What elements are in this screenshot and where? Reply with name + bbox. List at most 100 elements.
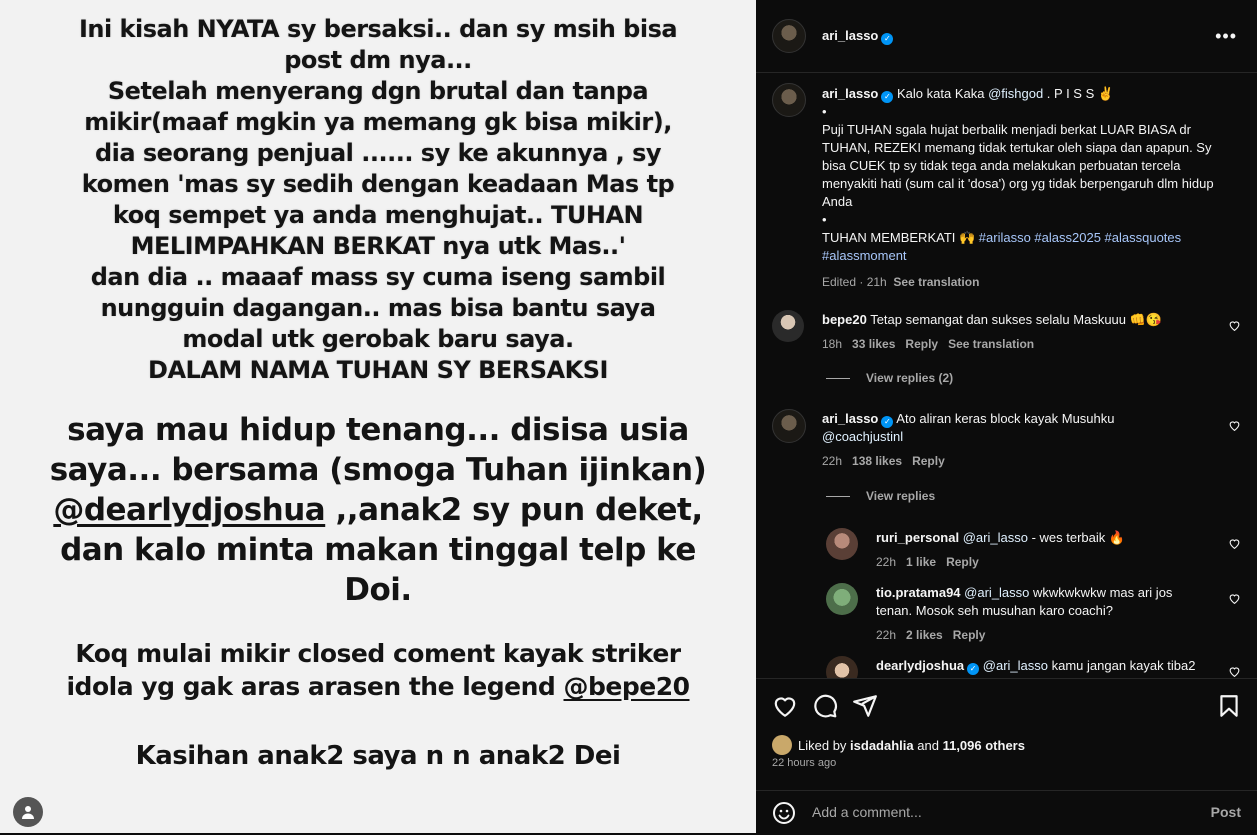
add-comment-input[interactable]: Add a comment... [812, 804, 922, 820]
story-line: dan dia .. maaaf mass sy cuma iseng samb… [90, 263, 666, 291]
post-image[interactable]: Ini kisah NYATA sy bersaksi.. dan sy msi… [0, 0, 756, 833]
like-comment-heart-icon[interactable] [1228, 665, 1241, 678]
story-line: Kasihan anak2 saya n n anak2 Dei [135, 741, 621, 771]
like-comment-heart-icon[interactable] [1228, 419, 1241, 432]
mention-link[interactable]: @ari_lasso [983, 658, 1048, 673]
mention-link[interactable]: @coachjustinl [822, 429, 903, 444]
comment-text: Tetap semangat dan sukses selalu Maskuuu… [870, 312, 1163, 327]
view-replies-button[interactable]: View replies (2) [826, 371, 953, 385]
comment-meta: 22h 2 likes Reply [876, 626, 1196, 644]
story-line-rest: ,,anak2 sy pun deket, [325, 492, 704, 528]
likes-summary: Liked by isdadahlia and 11,096 others [772, 735, 1025, 755]
verified-badge-icon: ✓ [881, 91, 894, 103]
comment-text: kamu jangan kayak tiba2 [1048, 658, 1196, 673]
edited-label: Edited · 21h [822, 275, 887, 289]
caption-username[interactable]: ari_lasso [822, 86, 878, 101]
share-send-icon[interactable] [852, 693, 878, 719]
header-username[interactable]: ari_lasso [822, 28, 878, 43]
like-heart-icon[interactable] [772, 693, 798, 719]
story-line-pre: idola yg gak aras arasen the legend [66, 672, 564, 701]
reply-button[interactable]: Reply [905, 337, 938, 351]
mention-link[interactable]: @ari_lasso [963, 530, 1028, 545]
caption-first-line: ari_lasso ✓ Kalo kata Kaka @fishgod . P I… [822, 85, 1232, 103]
comment-likes[interactable]: 1 like [906, 555, 936, 569]
post-caption: ari_lasso ✓ Kalo kata Kaka @fishgod . P I… [822, 85, 1232, 291]
save-bookmark-icon[interactable] [1216, 693, 1242, 719]
caption-closing-text: TUHAN MEMBERKATI 🙌 [822, 230, 979, 245]
avatar[interactable] [772, 735, 792, 755]
like-comment-heart-icon[interactable] [1228, 319, 1241, 332]
avatar[interactable] [772, 83, 806, 117]
comment-username[interactable]: ari_lasso [822, 411, 878, 426]
comment-bubble-icon[interactable] [812, 693, 838, 719]
story-line: mikir(maaf mgkin ya memang gk bisa mikir… [84, 108, 672, 136]
reply-button[interactable]: Reply [912, 454, 945, 468]
story-line: dan kalo minta makan tinggal telp ke [60, 532, 696, 568]
liked-by-count[interactable]: 11,096 others [943, 738, 1025, 753]
comment-likes[interactable]: 33 likes [852, 337, 895, 351]
comment-text: Ato aliran keras block kayak Musuhku [896, 411, 1115, 426]
post-header: ari_lasso ✓ ••• [756, 0, 1257, 73]
view-replies-button[interactable]: View replies [826, 489, 935, 503]
story-text-block-3: Koq mulai mikir closed coment kayak stri… [0, 637, 756, 703]
avatar[interactable] [772, 310, 804, 342]
liked-by-mid: and [917, 737, 939, 753]
threads-mention-bepe20: @bepe20 [563, 672, 691, 701]
comment-time: 22h [876, 628, 897, 642]
caption-meta: Edited · 21h See translation [822, 273, 1232, 291]
avatar[interactable] [772, 19, 806, 53]
caption-bullet: • [822, 104, 827, 119]
comment-username[interactable]: tio.pratama94 [876, 585, 961, 600]
story-line: koq sempet ya anda menghujat.. TUHAN [112, 201, 644, 229]
avatar[interactable] [826, 528, 858, 560]
see-translation-button[interactable]: See translation [893, 275, 979, 289]
comment-meta: 22h 138 likes Reply [822, 452, 1212, 470]
story-line: saya... bersama (smoga Tuhan ijinkan) [49, 452, 707, 488]
comment: ari_lasso ✓ Ato aliran keras block kayak … [822, 410, 1212, 470]
story-line: Doi. [344, 572, 412, 608]
comment-likes[interactable]: 138 likes [852, 454, 902, 468]
story-text-block-1: Ini kisah NYATA sy bersaksi.. dan sy msi… [0, 14, 756, 386]
story-line: modal utk gerobak baru saya. [182, 325, 574, 353]
comment-likes[interactable]: 2 likes [906, 628, 943, 642]
avatar[interactable] [772, 409, 806, 443]
comment-text: - wes terbaik 🔥 [1027, 530, 1126, 545]
story-line: komen 'mas sy sedih dengan keadaan Mas t… [81, 170, 675, 198]
story-line: Setelah menyerang dgn brutal dan tanpa [107, 77, 649, 105]
comment-time: 18h [822, 337, 843, 351]
tagged-user-icon[interactable] [13, 797, 43, 827]
verified-badge-icon: ✓ [967, 663, 980, 675]
story-line: @dearlydjoshua ,,anak2 sy pun deket, [0, 490, 756, 530]
mention-link[interactable]: @ari_lasso [964, 585, 1029, 600]
like-comment-heart-icon[interactable] [1228, 537, 1241, 550]
caption-paragraph: Puji TUHAN sgala hujat berbalik menjadi … [822, 122, 1214, 209]
comments-scroll-area[interactable]: ari_lasso ✓ Kalo kata Kaka @fishgod . P I… [756, 73, 1257, 678]
comment-meta: 22h 1 like Reply [876, 553, 1216, 571]
reply-button[interactable]: Reply [953, 628, 986, 642]
liked-by-prefix: Liked by [798, 737, 847, 753]
liked-by-user[interactable]: isdadahlia [850, 738, 914, 753]
mention-link[interactable]: @fishgod [988, 86, 1043, 101]
caption-bullet: • [822, 212, 827, 227]
emoji-icon[interactable] [772, 801, 796, 825]
comment-username[interactable]: dearlydjoshua [876, 658, 964, 673]
comment-username[interactable]: ruri_personal [876, 530, 959, 545]
like-comment-heart-icon[interactable] [1228, 592, 1241, 605]
post-comment-button[interactable]: Post [1211, 804, 1241, 820]
see-translation-button[interactable]: See translation [948, 337, 1034, 351]
story-line: Koq mulai mikir closed coment kayak stri… [75, 639, 681, 668]
more-options-icon[interactable]: ••• [1215, 26, 1237, 47]
reply-button[interactable]: Reply [946, 555, 979, 569]
story-line: DALAM NAMA TUHAN SY BERSAKSI [148, 356, 608, 384]
story-line: idola yg gak aras arasen the legend @bep… [0, 670, 756, 703]
caption-text: . P I S S ✌ [1043, 86, 1115, 101]
comment-username[interactable]: bepe20 [822, 312, 867, 327]
story-line: Ini kisah NYATA sy bersaksi.. dan sy msi… [78, 15, 678, 43]
story-line: MELIMPAHKAN BERKAT nya utk Mas..' [130, 232, 626, 260]
post-time[interactable]: 22 hours ago [772, 757, 836, 769]
avatar[interactable] [826, 656, 858, 678]
threads-mention-dearlydjoshua: @dearlydjoshua [53, 492, 326, 528]
story-line: saya mau hidup tenang... disisa usia [67, 412, 689, 448]
story-line: post dm nya... [284, 46, 472, 74]
avatar[interactable] [826, 583, 858, 615]
